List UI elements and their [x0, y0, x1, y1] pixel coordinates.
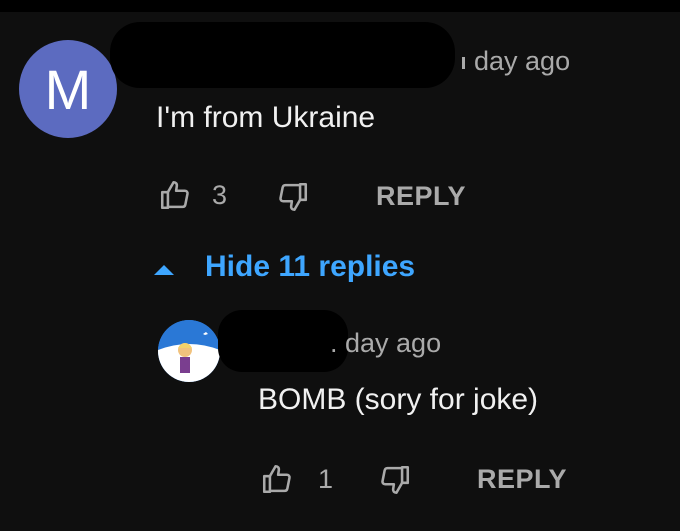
thumbs-up-icon	[158, 178, 192, 212]
caret-up-icon	[153, 250, 175, 284]
reply-text: BOMB (sory for joke)	[258, 383, 539, 416]
hide-replies-label: Hide 11 replies	[205, 250, 416, 283]
hide-replies-toggle[interactable]: Hide 11 replies	[153, 250, 415, 284]
reply-avatar[interactable]	[158, 320, 220, 382]
reply-avatar-picture	[158, 320, 220, 382]
commenter-avatar[interactable]: M	[19, 40, 117, 138]
thumbs-down-icon	[276, 180, 310, 214]
redacted-reply-username	[218, 310, 348, 372]
redacted-username	[110, 22, 455, 88]
reply-button[interactable]: REPLY	[376, 181, 466, 212]
dislike-button[interactable]	[276, 180, 310, 214]
thumbs-up-icon	[260, 462, 294, 496]
reply-dislike-button[interactable]	[378, 463, 412, 497]
timestamp-fragment	[462, 56, 465, 69]
like-count: 3	[212, 179, 228, 210]
reply-like-count: 1	[318, 463, 334, 494]
top-edge	[0, 0, 680, 12]
reply-reply-button[interactable]: REPLY	[477, 464, 567, 495]
comment-text: I'm from Ukraine	[156, 101, 376, 134]
reply-timestamp[interactable]: . day ago	[330, 328, 441, 359]
like-button[interactable]: 3	[158, 178, 227, 212]
reply-like-button[interactable]: 1	[260, 462, 333, 496]
thumbs-down-icon	[378, 463, 412, 497]
comments-screen: M day ago I'm from Ukraine 3 REPLY Hide …	[0, 0, 680, 531]
avatar-letter: M	[44, 57, 92, 121]
comment-timestamp[interactable]: day ago	[462, 46, 570, 77]
comment-time-text: day ago	[474, 46, 571, 76]
